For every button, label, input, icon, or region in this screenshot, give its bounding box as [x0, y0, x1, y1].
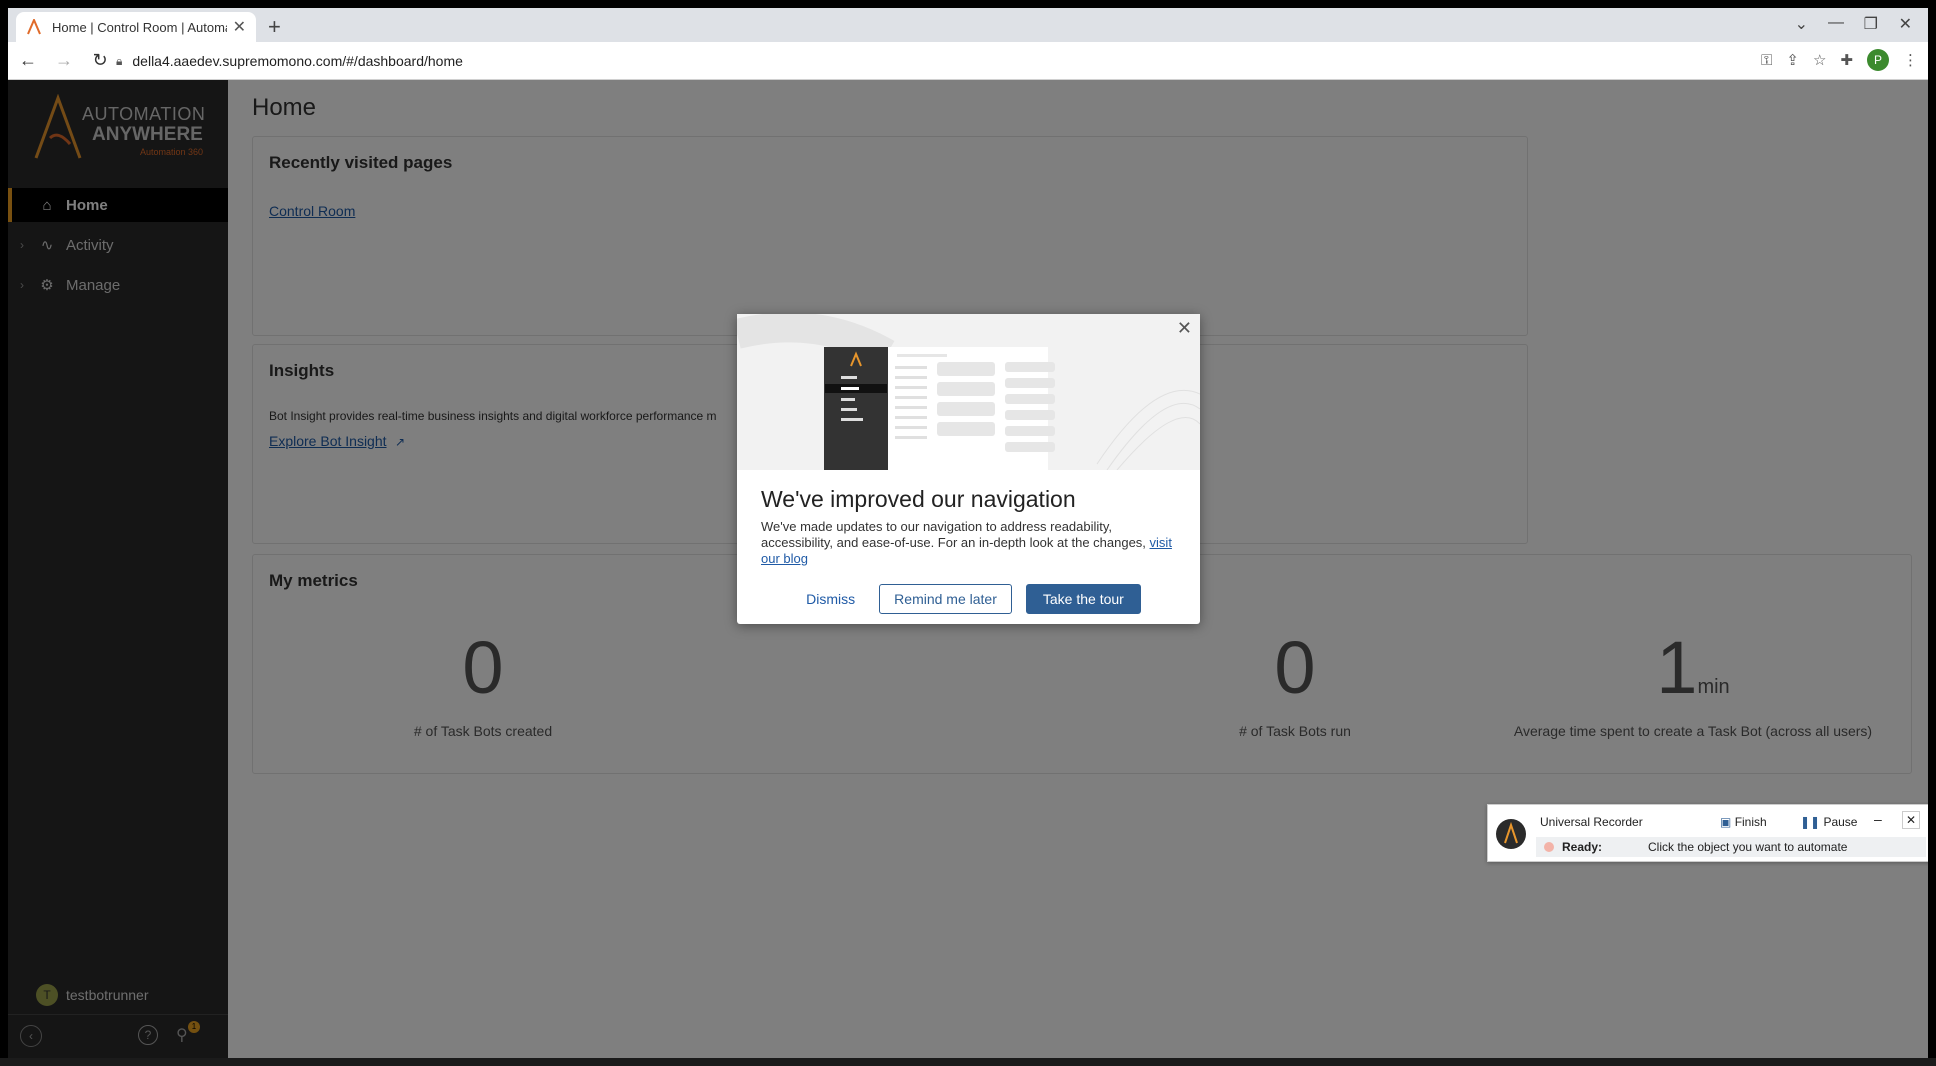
dialog-body-text: We've made updates to our navigation to … [761, 519, 1146, 550]
finish-label: Finish [1734, 815, 1767, 829]
reload-icon[interactable]: ↻ [84, 50, 116, 71]
browser-toolbar: ← → ↻ 🔒︎ della4.aaedev.supremomono.com/#… [8, 42, 1928, 80]
address-bar[interactable]: 🔒︎ della4.aaedev.supremomono.com/#/dashb… [116, 47, 1808, 75]
share-icon[interactable]: ⇪ [1786, 51, 1799, 69]
browser-tab[interactable]: Home | Control Room | Automat ✕ [16, 12, 256, 42]
key-icon[interactable]: ⚿ [1761, 52, 1772, 69]
save-icon: ▣ [1720, 815, 1732, 829]
recorder-logo-icon [1496, 819, 1526, 849]
universal-recorder-toolbar: Universal Recorder ▣ Finish ❚❚ Pause – ✕… [1487, 804, 1928, 862]
browser-window: Home | Control Room | Automat ✕ + ⌄ — ❐ … [8, 8, 1928, 1058]
navigation-preview-illustration [737, 314, 1200, 470]
dialog-close-icon[interactable]: ✕ [1177, 318, 1192, 339]
restore-icon[interactable]: ❐ [1864, 14, 1878, 34]
finish-button[interactable]: ▣ Finish [1720, 815, 1767, 829]
remind-later-button[interactable]: Remind me later [879, 584, 1012, 614]
pause-button[interactable]: ❚❚ Pause [1800, 815, 1857, 829]
recorder-status-bar: Ready: Click the object you want to auto… [1536, 837, 1926, 857]
os-taskbar [0, 1058, 1936, 1066]
navigation-update-dialog: ✕ We've improved our navigation We've ma… [737, 314, 1200, 624]
lock-icon[interactable]: 🔒︎ [116, 54, 122, 69]
pause-label: Pause [1823, 815, 1858, 829]
new-tab-icon[interactable]: + [268, 14, 281, 40]
tab-strip: Home | Control Room | Automat ✕ + ⌄ — ❐ … [8, 8, 1928, 42]
dialog-heading: We've improved our navigation [761, 486, 1076, 512]
extensions-icon[interactable]: ✚ [1840, 51, 1853, 69]
automation-anywhere-favicon-icon [27, 19, 41, 35]
recorder-close-icon[interactable]: ✕ [1902, 811, 1920, 829]
toolbar-actions: ⚿ ⇪ ☆ ✚ P ⋮ [1761, 49, 1918, 71]
recorder-minimize-icon[interactable]: – [1874, 811, 1882, 827]
dialog-actions: Dismiss Remind me later Take the tour [737, 584, 1200, 614]
browser-menu-icon[interactable]: ⋮ [1903, 51, 1918, 69]
window-close-icon[interactable]: ✕ [1899, 14, 1912, 34]
dialog-body: We've made updates to our navigation to … [761, 519, 1181, 567]
forward-icon[interactable]: → [48, 50, 80, 71]
minimize-icon[interactable]: — [1828, 14, 1844, 32]
status-text: Click the object you want to automate [1648, 840, 1848, 854]
dismiss-button[interactable]: Dismiss [796, 585, 865, 613]
tab-close-icon[interactable]: ✕ [233, 17, 246, 37]
tab-title: Home | Control Room | Automat [52, 19, 227, 35]
recorder-title: Universal Recorder [1540, 815, 1643, 829]
profile-avatar[interactable]: P [1867, 49, 1889, 71]
pause-icon: ❚❚ [1800, 815, 1821, 829]
tab-search-icon[interactable]: ⌄ [1795, 14, 1808, 34]
navigation-preview-image [737, 314, 1200, 470]
take-tour-button[interactable]: Take the tour [1025, 584, 1141, 614]
status-label: Ready: [1562, 840, 1603, 854]
back-icon[interactable]: ← [12, 50, 44, 71]
bookmark-star-icon[interactable]: ☆ [1813, 51, 1826, 69]
url-text: della4.aaedev.supremomono.com/#/dashboar… [132, 53, 463, 69]
status-dot-icon [1544, 842, 1554, 852]
